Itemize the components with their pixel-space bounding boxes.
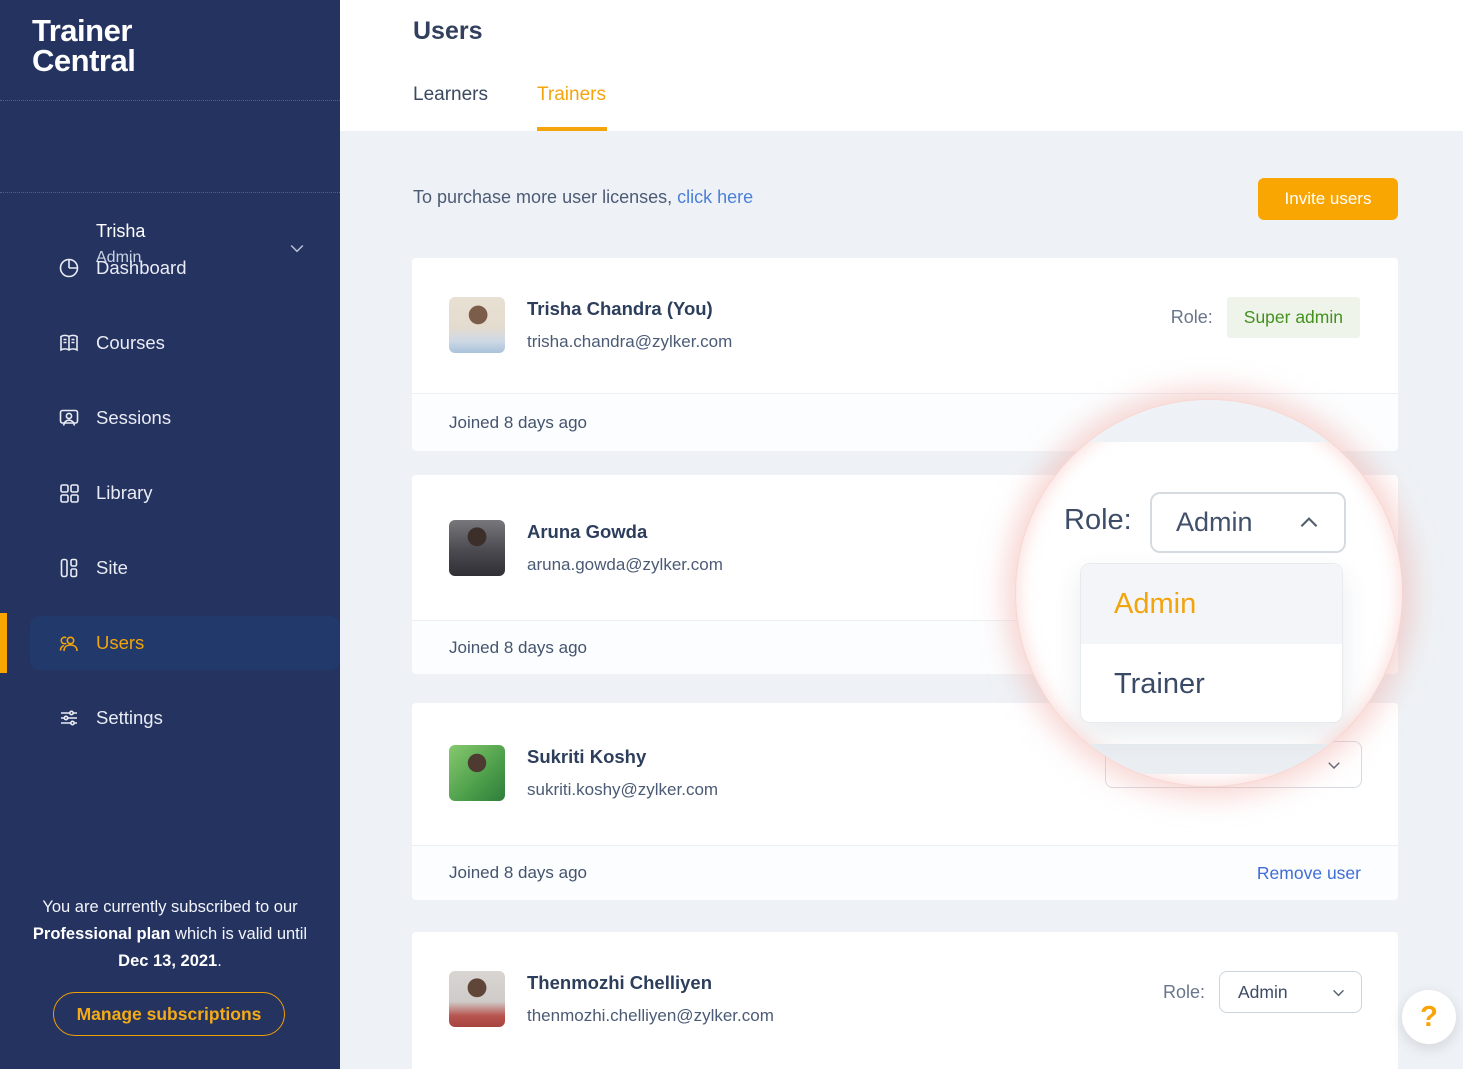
profile-menu[interactable]: Trisha Admin — [0, 100, 340, 192]
chevron-down-icon — [1330, 984, 1347, 1001]
profile-name: Trisha — [96, 221, 145, 242]
user-card-thenmozhi: Thenmozhi Chelliyen thenmozhi.chelliyen@… — [412, 932, 1398, 1069]
page-header: Users Learners Trainers — [340, 0, 1463, 131]
logo-line-2: Central — [32, 46, 135, 76]
license-notice: To purchase more user licenses, click he… — [413, 187, 753, 208]
user-email: sukriti.koshy@zylker.com — [527, 780, 718, 800]
sidebar-item-courses[interactable]: Courses — [0, 316, 340, 370]
divider — [0, 192, 340, 193]
sidebar-item-site[interactable]: Site — [0, 541, 340, 595]
manage-subscriptions-button[interactable]: Manage subscriptions — [53, 992, 285, 1036]
role-dropdown-menu: Admin Trainer — [1080, 563, 1343, 723]
sidebar-item-library[interactable]: Library — [0, 466, 340, 520]
magnified-background-band — [1016, 744, 1402, 774]
user-email: aruna.gowda@zylker.com — [527, 555, 723, 575]
subscription-plan: Professional plan — [33, 925, 171, 943]
user-email: trisha.chandra@zylker.com — [527, 332, 732, 352]
avatar — [449, 297, 505, 353]
help-button[interactable]: ? — [1402, 990, 1456, 1044]
sessions-icon — [57, 406, 81, 430]
joined-date: Joined 8 days ago — [449, 638, 587, 658]
sidebar-item-label: Library — [96, 482, 153, 504]
sidebar-nav: Dashboard Courses Sessions Library Site — [0, 241, 340, 766]
role-select-value: Admin — [1238, 982, 1288, 1003]
user-name: Thenmozhi Chelliyen — [527, 972, 712, 994]
sidebar-item-label: Sessions — [96, 407, 171, 429]
role-label: Role: — [1163, 982, 1205, 1003]
courses-icon — [57, 331, 81, 355]
sidebar-item-label: Settings — [96, 707, 163, 729]
joined-date: Joined 8 days ago — [449, 413, 587, 433]
magnifier-callout: Role: Admin Admin Trainer — [1016, 400, 1402, 786]
subscription-info: You are currently subscribed to our Prof… — [30, 894, 310, 975]
logo-line-1: Trainer — [32, 16, 135, 46]
role-select-expanded[interactable]: Admin — [1150, 492, 1346, 553]
subscription-text: You are currently subscribed to our — [42, 898, 297, 916]
avatar — [449, 971, 505, 1027]
role-label: Role: — [1064, 504, 1132, 537]
magnified-background-band — [1016, 400, 1402, 442]
joined-date: Joined 8 days ago — [449, 863, 587, 883]
role-label: Role: — [1171, 307, 1213, 328]
tab-learners[interactable]: Learners — [413, 84, 488, 106]
role-select-value: Admin — [1176, 507, 1253, 538]
sidebar-item-settings[interactable]: Settings — [0, 691, 340, 745]
invite-users-button[interactable]: Invite users — [1258, 178, 1398, 220]
subscription-date: Dec 13, 2021 — [118, 952, 217, 970]
sidebar-item-users[interactable]: Users — [30, 616, 340, 670]
sidebar-item-label: Users — [96, 632, 144, 654]
role-option-trainer[interactable]: Trainer — [1081, 644, 1342, 724]
tab-trainers[interactable]: Trainers — [537, 84, 606, 106]
active-tab-underline — [537, 127, 607, 131]
sidebar-item-label: Courses — [96, 332, 165, 354]
user-name: Aruna Gowda — [527, 521, 647, 543]
dashboard-icon — [57, 256, 81, 280]
remove-user-link[interactable]: Remove user — [1257, 863, 1361, 884]
user-email: thenmozhi.chelliyen@zylker.com — [527, 1006, 774, 1026]
sidebar-item-label: Site — [96, 557, 128, 579]
sidebar-item-sessions[interactable]: Sessions — [0, 391, 340, 445]
click-here-link[interactable]: click here — [677, 187, 753, 207]
chevron-up-icon — [1296, 510, 1322, 536]
users-icon — [57, 631, 81, 655]
settings-icon — [57, 706, 81, 730]
sidebar-item-dashboard[interactable]: Dashboard — [0, 241, 340, 295]
avatar — [449, 520, 505, 576]
trainercentral-logo: Trainer Central — [32, 16, 135, 76]
role-badge: Super admin — [1227, 297, 1360, 338]
user-name: Sukriti Koshy — [527, 746, 646, 768]
avatar — [449, 745, 505, 801]
user-name: Trisha Chandra (You) — [527, 298, 713, 320]
sidebar: Trainer Central Trisha Admin Dashboard C… — [0, 0, 340, 1069]
role-option-admin[interactable]: Admin — [1081, 564, 1342, 644]
site-icon — [57, 556, 81, 580]
role-select[interactable]: Admin — [1219, 971, 1362, 1013]
sidebar-item-label: Dashboard — [96, 257, 187, 279]
license-notice-text: To purchase more user licenses, — [413, 187, 677, 207]
page-title: Users — [413, 17, 483, 46]
library-icon — [57, 481, 81, 505]
